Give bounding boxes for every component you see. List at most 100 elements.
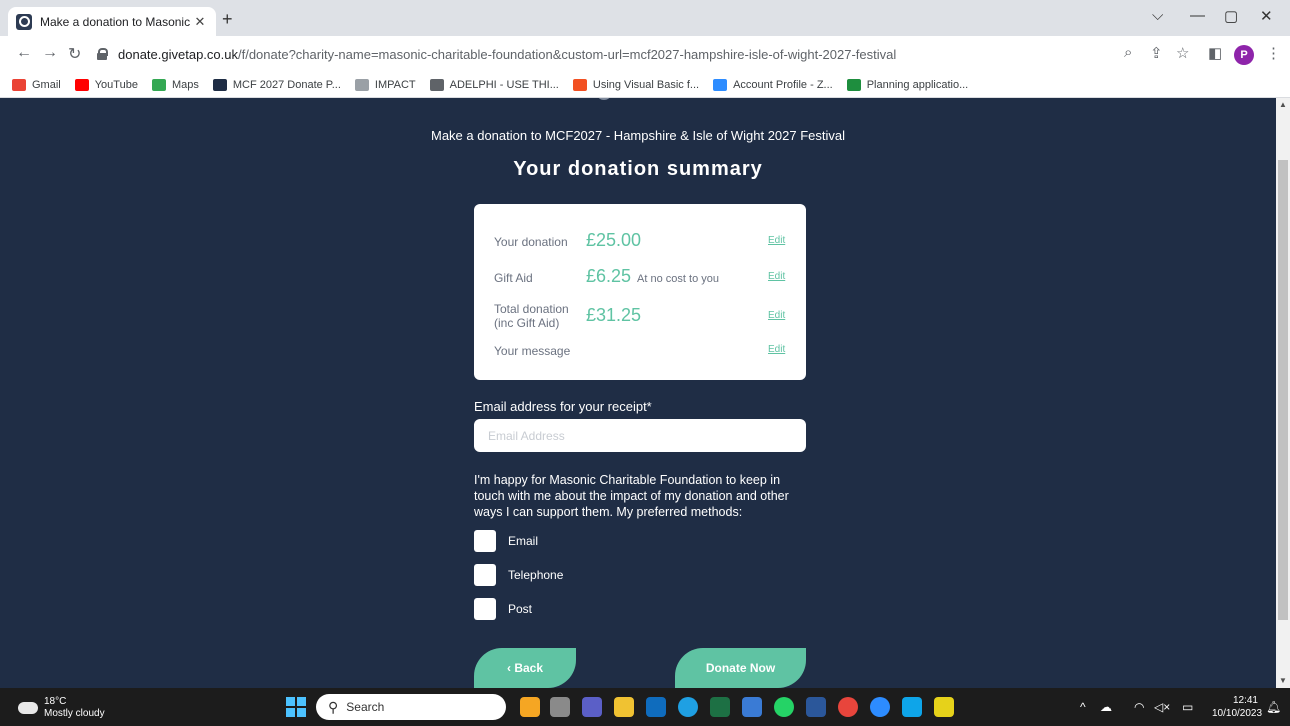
total-amount: £31.25 bbox=[586, 305, 642, 325]
profile-avatar[interactable]: P bbox=[1234, 45, 1254, 65]
bookmark-planning[interactable]: Planning applicatio... bbox=[846, 78, 969, 91]
donation-amount: £25.00 bbox=[586, 230, 642, 250]
excel-icon[interactable] bbox=[710, 697, 730, 717]
bookmark-label: Account Profile - Z... bbox=[733, 78, 833, 91]
wifi-icon[interactable]: ◠ bbox=[1134, 700, 1144, 714]
scroll-up-icon[interactable]: ▲ bbox=[1279, 100, 1287, 109]
telephone-checkbox-label: Telephone bbox=[508, 568, 564, 582]
bookmark-mcf-donate[interactable]: MCF 2027 Donate P... bbox=[212, 78, 341, 91]
microsoft-icon bbox=[572, 78, 587, 91]
gmail-icon bbox=[12, 78, 26, 91]
email-field-label: Email address for your receipt* bbox=[474, 399, 652, 414]
gift-aid-label: Gift Aid bbox=[494, 271, 533, 285]
url-path: /f/donate?charity-name=masonic-charitabl… bbox=[237, 46, 897, 62]
forward-arrow-icon[interactable]: → bbox=[42, 44, 58, 62]
edge-icon[interactable] bbox=[678, 697, 698, 717]
back-arrow-icon[interactable]: ← bbox=[16, 44, 32, 62]
minimize-icon[interactable]: — bbox=[1190, 7, 1205, 24]
reload-icon[interactable]: ↻ bbox=[68, 44, 81, 64]
bookmark-label: YouTube bbox=[94, 78, 138, 91]
tab-close-icon[interactable]: ✕ bbox=[192, 14, 208, 30]
tab-search-chevron-icon[interactable]: ⌵ bbox=[1152, 7, 1163, 24]
browser-tab[interactable]: Make a donation to Masonic Ch ✕ bbox=[8, 7, 216, 36]
taskbar-clock[interactable]: 12:41 10/10/2023 bbox=[1212, 694, 1262, 720]
edit-total-link[interactable]: Edit bbox=[768, 310, 785, 321]
chrome-icon[interactable] bbox=[838, 697, 858, 717]
method-telephone-row[interactable]: Telephone bbox=[474, 564, 563, 586]
address-bar[interactable]: donate.givetap.co.uk/f/donate?charity-na… bbox=[96, 40, 1096, 68]
zoom-icon[interactable]: ⌕ bbox=[1124, 44, 1132, 61]
summary-row-total: Total donation (inc Gift Aid) £31.25 Edi… bbox=[494, 302, 790, 332]
total-label: Total donation (inc Gift Aid) bbox=[494, 302, 569, 330]
bookmark-impact[interactable]: IMPACT bbox=[354, 78, 416, 91]
donate-now-button[interactable]: Donate Now bbox=[675, 648, 806, 688]
telephone-checkbox[interactable] bbox=[474, 564, 496, 586]
planning-icon bbox=[846, 78, 861, 91]
bookmark-account-profile[interactable]: Account Profile - Z... bbox=[713, 78, 833, 91]
onedrive-icon[interactable]: ☁ bbox=[1100, 700, 1112, 714]
globe-icon bbox=[429, 78, 444, 91]
battery-icon[interactable]: ▭ bbox=[1182, 700, 1193, 714]
youtube-icon bbox=[74, 78, 89, 91]
notification-bell-icon[interactable]: 🔔︎ bbox=[1266, 700, 1281, 714]
widgets-app-icon[interactable] bbox=[520, 697, 540, 717]
edit-gift-aid-link[interactable]: Edit bbox=[768, 271, 785, 282]
gift-aid-note: At no cost to you bbox=[637, 273, 719, 285]
zoom-logo-icon bbox=[713, 78, 728, 91]
email-field[interactable] bbox=[474, 419, 806, 452]
word-icon[interactable] bbox=[806, 697, 826, 717]
tab-title: Make a donation to Masonic Ch bbox=[40, 14, 192, 29]
bookmark-gmail[interactable]: Gmail bbox=[12, 78, 61, 91]
menu-kebab-icon[interactable]: ⋮ bbox=[1266, 44, 1281, 62]
bookmark-label: Planning applicatio... bbox=[866, 78, 969, 91]
method-post-row[interactable]: Post bbox=[474, 598, 532, 620]
method-email-row[interactable]: Email bbox=[474, 530, 538, 552]
scroll-down-icon[interactable]: ▼ bbox=[1279, 676, 1287, 685]
store-icon[interactable] bbox=[742, 697, 762, 717]
close-window-icon[interactable]: ✕ bbox=[1260, 7, 1273, 25]
cloud-icon bbox=[18, 702, 38, 714]
lock-icon[interactable] bbox=[96, 48, 108, 60]
page-scrollbar[interactable]: ▲ ▼ bbox=[1276, 98, 1290, 688]
bookmark-youtube[interactable]: YouTube bbox=[74, 78, 138, 91]
restore-icon[interactable]: ▢ bbox=[1224, 7, 1238, 25]
summary-row-gift-aid: Gift Aid £6.25 At no cost to you Edit bbox=[494, 266, 790, 290]
volume-icon[interactable]: ◁× bbox=[1154, 700, 1170, 714]
edit-donation-link[interactable]: Edit bbox=[768, 235, 785, 246]
weather-condition: Mostly cloudy bbox=[44, 708, 105, 719]
tasks-app-icon[interactable] bbox=[934, 697, 954, 717]
search-icon: ⚲ bbox=[328, 698, 339, 715]
edit-message-link[interactable]: Edit bbox=[768, 344, 785, 355]
calendar-app-icon[interactable] bbox=[902, 697, 922, 717]
donation-page: Make a donation to MCF2027 - Hampshire &… bbox=[0, 98, 1276, 688]
bookmark-adelphi[interactable]: ADELPHI - USE THI... bbox=[429, 78, 559, 91]
post-checkbox[interactable] bbox=[474, 598, 496, 620]
summary-row-donation: Your donation £25.00 Edit bbox=[494, 230, 790, 254]
page-subtitle: Make a donation to MCF2027 - Hampshire &… bbox=[430, 128, 846, 143]
bookmark-star-icon[interactable]: ☆ bbox=[1176, 44, 1189, 62]
outlook-icon[interactable] bbox=[646, 697, 666, 717]
weather-widget[interactable]: 18°C Mostly cloudy bbox=[18, 696, 105, 720]
message-label: Your message bbox=[494, 344, 571, 358]
tray-chevron-icon[interactable]: ^ bbox=[1080, 700, 1086, 714]
teams-chat-icon[interactable] bbox=[582, 697, 602, 717]
windows-start-icon[interactable] bbox=[286, 697, 306, 717]
side-panel-icon[interactable]: ◧ bbox=[1208, 44, 1222, 62]
file-explorer-icon[interactable] bbox=[614, 697, 634, 717]
new-tab-button[interactable]: + bbox=[222, 9, 233, 30]
scrollbar-thumb[interactable] bbox=[1278, 160, 1288, 620]
bookmark-label: Maps bbox=[171, 78, 199, 91]
temperature: 18°C bbox=[44, 696, 67, 707]
whatsapp-icon[interactable] bbox=[774, 697, 794, 717]
mcf-icon bbox=[212, 78, 227, 91]
bookmark-maps[interactable]: Maps bbox=[151, 78, 199, 91]
bookmark-visual-basic[interactable]: Using Visual Basic f... bbox=[572, 78, 699, 91]
taskbar-search[interactable]: ⚲ Search bbox=[316, 694, 506, 720]
email-checkbox[interactable] bbox=[474, 530, 496, 552]
share-icon[interactable]: ⇪ bbox=[1150, 44, 1163, 62]
bookmarks-bar: Gmail YouTube Maps MCF 2027 Donate P... … bbox=[0, 72, 1290, 98]
back-button[interactable]: ‹ Back bbox=[474, 648, 576, 688]
windows-taskbar: 18°C Mostly cloudy ⚲ Search ^ ☁ ◠ ◁× ▭ 1… bbox=[0, 688, 1290, 726]
zoom-app-icon[interactable] bbox=[870, 697, 890, 717]
task-view-icon[interactable] bbox=[550, 697, 570, 717]
